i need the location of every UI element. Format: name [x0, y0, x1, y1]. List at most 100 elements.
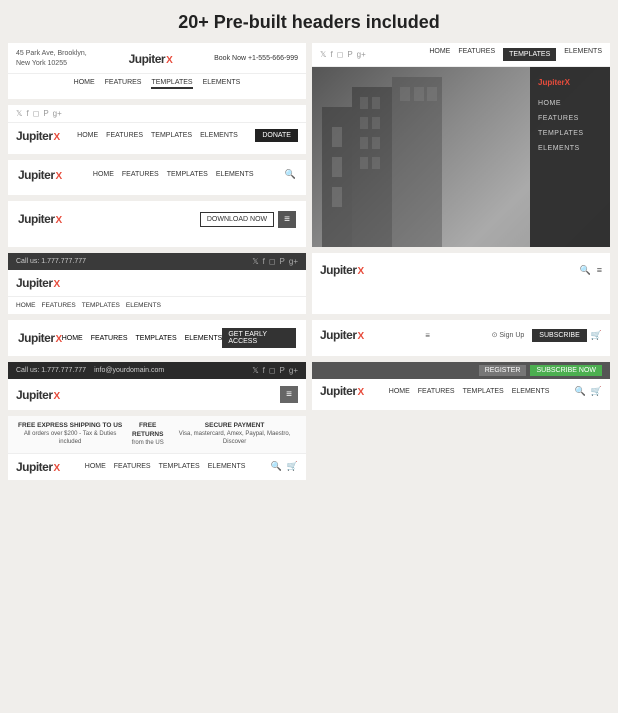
nav-templates-6[interactable]: TEMPLATES — [136, 335, 177, 342]
nav-home-8[interactable]: HOME — [85, 463, 106, 470]
nav-elements-r[interactable]: ELEMENTS — [564, 48, 602, 61]
twitter-icon-2: 𝕏 — [16, 109, 22, 118]
header-card-8: FREE EXPRESS SHIPPING TO US All orders o… — [8, 416, 306, 480]
nav-templates-2[interactable]: TEMPLATES — [151, 132, 192, 139]
page-wrapper: 20+ Pre-built headers included 45 Park A… — [0, 0, 618, 490]
nav-features-3[interactable]: FEATURES — [122, 171, 159, 178]
social-icons-right: 𝕏 f ◻ P g+ — [320, 50, 366, 59]
social-icons-2: 𝕏 f ◻ P g+ — [16, 109, 62, 118]
search-icon-r4[interactable]: 🔍 — [580, 265, 591, 276]
download-button[interactable]: DOWNLOAD NOW — [200, 212, 274, 227]
card2-social-bar: 𝕏 f ◻ P g+ — [8, 105, 306, 123]
nav-home-r[interactable]: HOME — [429, 48, 450, 61]
header-card-right-5: JupiterX ≡ ⊙ Sign Up SUBSCRIBE 🛒 — [312, 320, 610, 356]
cart-icon-8[interactable]: 🛒 — [287, 461, 298, 472]
card2-main: JupiterX HOME FEATURES TEMPLATES ELEMENT… — [8, 123, 306, 149]
sidebar-item-elements[interactable]: ELEMENTS — [538, 145, 602, 152]
sidebar-logo: JupiterX — [538, 77, 602, 88]
card3-main: JupiterX HOME FEATURES TEMPLATES ELEMENT… — [8, 160, 306, 190]
shipping-bar: FREE EXPRESS SHIPPING TO US All orders o… — [8, 416, 306, 454]
nav-home[interactable]: HOME — [74, 79, 95, 89]
header-card-right-4: JupiterX 🔍 ≡ — [312, 253, 610, 314]
cr5-right: ⊙ Sign Up SUBSCRIBE 🛒 — [492, 329, 602, 342]
pinterest-icon: P — [347, 50, 352, 59]
search-icon-r6[interactable]: 🔍 — [575, 386, 586, 397]
nav-features-r6[interactable]: FEATURES — [418, 388, 455, 395]
nav-features-2[interactable]: FEATURES — [106, 132, 143, 139]
nav-templates[interactable]: TEMPLATES — [151, 79, 192, 89]
nav-elements[interactable]: ELEMENTS — [203, 79, 241, 89]
cr6-nav: HOME FEATURES TEMPLATES ELEMENTS — [389, 388, 550, 395]
facebook-icon-2: f — [26, 109, 28, 118]
cart-icon-r6[interactable]: 🛒 — [591, 386, 602, 397]
free-returns-item: FREE RETURNS from the US — [124, 421, 171, 448]
sidebar-overlay: JupiterX HOME FEATURES TEMPLATES ELEMENT… — [530, 67, 610, 247]
card4-main: JupiterX DOWNLOAD NOW ≡ — [8, 201, 306, 238]
search-icon-3[interactable]: 🔍 — [285, 169, 296, 180]
nav-features-r[interactable]: FEATURES — [458, 48, 495, 61]
nav-home-6[interactable]: HOME — [62, 335, 83, 342]
headers-grid: 45 Park Ave, Brooklyn, New York 10255 Ju… — [0, 43, 618, 490]
nav-templates-r6[interactable]: TEMPLATES — [463, 388, 504, 395]
nav-elements-3[interactable]: ELEMENTS — [216, 171, 254, 178]
nav-home-5[interactable]: HOME — [16, 302, 36, 309]
card2-nav-links: HOME FEATURES TEMPLATES ELEMENTS — [77, 132, 238, 139]
cr6-top-bar: REGISTER SUBSCRIBE NOW — [312, 362, 610, 379]
register-button[interactable]: REGISTER — [479, 365, 527, 376]
cart-icon-r5[interactable]: 🛒 — [591, 330, 602, 341]
search-icon-8[interactable]: 🔍 — [271, 461, 282, 472]
nav-templates-5[interactable]: TEMPLATES — [82, 302, 120, 309]
nav-elements-5[interactable]: ELEMENTS — [126, 302, 161, 309]
nav-templates-8[interactable]: TEMPLATES — [159, 463, 200, 470]
nav-elements-r6[interactable]: ELEMENTS — [512, 388, 550, 395]
nav-templates-3[interactable]: TEMPLATES — [167, 171, 208, 178]
header-card-right-6: REGISTER SUBSCRIBE NOW JupiterX HOME FEA… — [312, 362, 610, 410]
email-text-7: info@yourdomain.com — [94, 367, 164, 374]
nav-elements-8[interactable]: ELEMENTS — [208, 463, 246, 470]
card6-nav: HOME FEATURES TEMPLATES ELEMENTS — [62, 335, 223, 342]
donate-button[interactable]: DONATE — [255, 129, 298, 142]
card1-logo: JupiterX — [129, 52, 173, 66]
nav-home-r6[interactable]: HOME — [389, 388, 410, 395]
call-text: Call us: 1.777.777.777 — [16, 258, 86, 265]
sidebar-nav: HOME FEATURES TEMPLATES ELEMENTS — [538, 100, 602, 152]
nav-features-8[interactable]: FEATURES — [114, 463, 151, 470]
subscribe-now-button[interactable]: SUBSCRIBE NOW — [530, 365, 602, 376]
nav-features-5[interactable]: FEATURES — [42, 302, 76, 309]
page-title: 20+ Pre-built headers included — [0, 0, 618, 43]
cr4-icons: 🔍 ≡ — [580, 265, 602, 276]
sidebar-item-features[interactable]: FEATURES — [538, 115, 602, 122]
card5-main: JupiterX — [8, 270, 306, 297]
card6-main: JupiterX HOME FEATURES TEMPLATES ELEMENT… — [8, 320, 306, 356]
secure-payment-item: SECURE PAYMENT Visa, mastercard, Amex, P… — [171, 421, 298, 447]
hamburger-button[interactable]: ≡ — [278, 211, 296, 228]
dark-top-bar: Call us: 1.777.777.777 𝕏 f ◻ P g+ — [8, 253, 306, 270]
sidebar-item-home[interactable]: HOME — [538, 100, 602, 107]
header-card-5: Call us: 1.777.777.777 𝕏 f ◻ P g+ Jupite… — [8, 253, 306, 314]
sidebar-item-templates[interactable]: TEMPLATES — [538, 130, 602, 137]
nav-elements-6[interactable]: ELEMENTS — [185, 335, 223, 342]
google-icon-2: g+ — [53, 109, 62, 118]
nav-elements-2[interactable]: ELEMENTS — [200, 132, 238, 139]
nav-features[interactable]: FEATURES — [105, 79, 142, 89]
instagram-icon-2: ◻ — [33, 109, 40, 118]
menu-icon-r4[interactable]: ≡ — [597, 265, 602, 276]
nav-templates-r[interactable]: TEMPLATES — [503, 48, 556, 61]
nav-home-3[interactable]: HOME — [93, 171, 114, 178]
subscribe-button[interactable]: SUBSCRIBE — [532, 329, 586, 342]
card7-logo: JupiterX — [16, 388, 60, 402]
early-access-button[interactable]: GET EARLY ACCESS — [222, 328, 296, 348]
fb-icon-5: f — [263, 257, 265, 266]
address-block: 45 Park Ave, Brooklyn, New York 10255 — [16, 49, 87, 69]
nav-home-2[interactable]: HOME — [77, 132, 98, 139]
twitter-icon-7: 𝕏 — [252, 366, 258, 375]
nav-features-6[interactable]: FEATURES — [91, 335, 128, 342]
twitter-icon: 𝕏 — [320, 50, 326, 59]
card1-nav: HOME FEATURES TEMPLATES ELEMENTS — [8, 74, 306, 94]
hamburger-button-7[interactable]: ≡ — [280, 386, 298, 403]
header-card-7: Call us: 1.777.777.777 info@yourdomain.c… — [8, 362, 306, 410]
p-icon-7: P — [280, 366, 285, 375]
card1-top-bar: 45 Park Ave, Brooklyn, New York 10255 Ju… — [8, 43, 306, 74]
cr5-logo: JupiterX — [320, 328, 364, 342]
menu-icon-r5[interactable]: ≡ — [425, 331, 430, 340]
